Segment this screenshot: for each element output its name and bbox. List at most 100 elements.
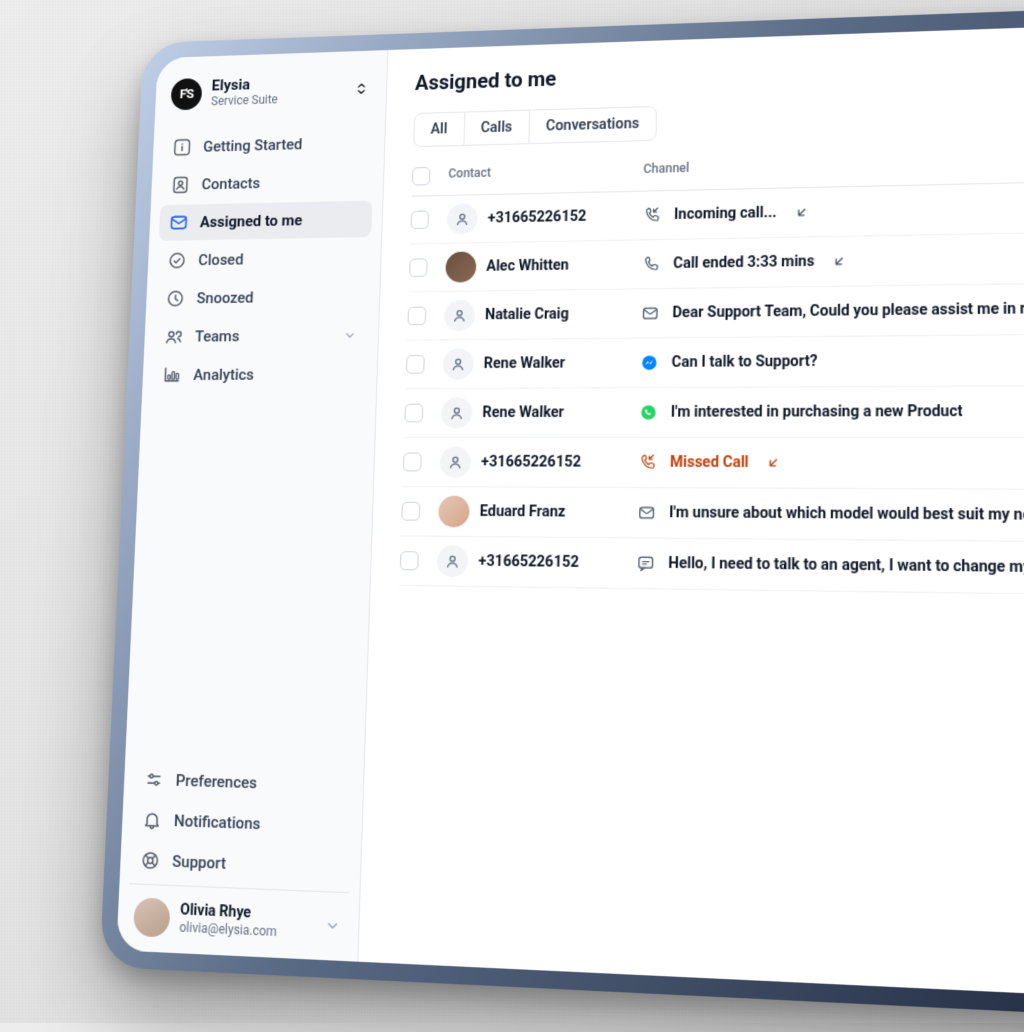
user-menu[interactable]: Olivia Rhye olivia@elysia.com: [127, 883, 349, 950]
message-preview: Dear Support Team, Could you please assi…: [672, 299, 1024, 322]
table-body: +31665226152 Incoming call... Alec Whitten…: [399, 176, 1024, 599]
sidebar-item-label: Closed: [198, 250, 244, 269]
message-preview: Call ended 3:33 mins: [673, 253, 814, 272]
avatar: [445, 251, 476, 282]
avatar: [441, 397, 473, 428]
chevron-down-icon: [323, 915, 342, 935]
message-preview: Hello, I need to talk to an agent, I wan…: [668, 555, 1024, 578]
row-checkbox[interactable]: [400, 551, 419, 570]
sidebar-item-closed[interactable]: Closed: [157, 239, 371, 279]
sidebar-item-label: Support: [172, 852, 226, 873]
chevron-down-icon: [342, 327, 359, 344]
message-preview: I'm interested in purchasing a new Produ…: [671, 403, 963, 421]
sidebar-item-analytics[interactable]: Analytics: [152, 355, 367, 393]
tab-calls[interactable]: Calls: [464, 111, 530, 145]
column-contact: Contact: [448, 162, 643, 185]
tab-conversations[interactable]: Conversations: [529, 107, 656, 143]
sidebar-item-label: Analytics: [193, 365, 254, 384]
nav-footer: Preferences Notifications Support: [129, 756, 353, 892]
table-row[interactable]: Rene Walker I'm interested in purchasing …: [404, 385, 1024, 438]
chart-icon: [162, 365, 182, 385]
mail-icon: [169, 212, 189, 232]
workspace-switcher[interactable]: F'S Elysia Service Suite: [164, 68, 377, 126]
avatar: [444, 300, 475, 331]
email-icon: [641, 304, 660, 323]
email-icon: [637, 503, 657, 522]
arrow-down-left-icon: [832, 254, 847, 269]
avatar: [438, 496, 470, 528]
contact-name: Natalie Craig: [485, 306, 569, 324]
tab-all[interactable]: All: [414, 113, 465, 147]
avatar: [133, 897, 171, 937]
chevron-updown-icon: [352, 79, 370, 97]
phone-in-icon: [638, 453, 657, 472]
brand-subtitle: Service Suite: [211, 91, 343, 109]
message-preview: Can I talk to Support?: [671, 353, 817, 371]
whatsapp-icon: [639, 403, 658, 422]
info-icon: [172, 137, 192, 157]
table-row[interactable]: +31665226152 Missed Call: [402, 438, 1024, 491]
sidebar-item-preferences[interactable]: Preferences: [133, 760, 353, 805]
page-title: Assigned to me: [415, 40, 1024, 95]
contact-name: +31665226152: [478, 553, 579, 571]
row-checkbox[interactable]: [406, 355, 425, 374]
sidebar-item-label: Getting Started: [203, 135, 303, 156]
table-row[interactable]: Rene Walker Can I talk to Support?: [405, 332, 1024, 389]
row-checkbox[interactable]: [409, 258, 428, 277]
contact-name: +31665226152: [481, 454, 581, 471]
avatar: [442, 348, 474, 379]
row-checkbox[interactable]: [401, 502, 420, 521]
avatar: [439, 446, 471, 478]
message-preview: Missed Call: [670, 454, 749, 471]
clock-icon: [165, 288, 185, 308]
arrow-down-left-icon: [794, 205, 809, 220]
sidebar-item-label: Contacts: [201, 174, 260, 193]
column-channel: Channel: [643, 144, 1024, 180]
brand-logo: F'S: [170, 78, 202, 110]
chat-icon: [636, 554, 656, 574]
messenger-icon: [640, 353, 659, 372]
nav-primary: Getting Started Contacts Assigned to me …: [152, 120, 376, 397]
avatar: [447, 203, 478, 234]
sliders-icon: [144, 769, 165, 791]
sidebar-item-snoozed[interactable]: Snoozed: [155, 278, 370, 317]
main-content: Assigned to me All Calls Conversations C…: [358, 15, 1024, 1012]
life-buoy-icon: [140, 849, 161, 871]
sidebar-item-getting-started[interactable]: Getting Started: [162, 124, 375, 165]
contact-name: Rene Walker: [482, 404, 564, 421]
row-checkbox[interactable]: [403, 453, 422, 472]
sidebar: F'S Elysia Service Suite Getting Started: [116, 50, 388, 962]
sidebar-item-label: Preferences: [175, 771, 257, 793]
sidebar-item-label: Snoozed: [196, 288, 254, 307]
phone-icon: [641, 255, 660, 274]
row-checkbox[interactable]: [407, 307, 426, 326]
sidebar-item-support[interactable]: Support: [130, 841, 351, 888]
sidebar-item-label: Teams: [195, 327, 240, 346]
contact-name: Alec Whitten: [486, 257, 569, 275]
phone-in-icon: [642, 206, 661, 225]
message-preview: I'm unsure about which model would best …: [669, 504, 1024, 525]
sidebar-item-teams[interactable]: Teams: [154, 316, 369, 355]
row-checkbox[interactable]: [411, 211, 430, 230]
sidebar-item-contacts[interactable]: Contacts: [160, 162, 373, 203]
sidebar-item-assigned[interactable]: Assigned to me: [159, 201, 373, 241]
contact-name: Rene Walker: [484, 355, 566, 372]
avatar: [437, 545, 469, 577]
sidebar-item-notifications[interactable]: Notifications: [131, 800, 352, 846]
message-preview: Incoming call...: [674, 204, 777, 223]
sidebar-item-label: Assigned to me: [200, 211, 303, 231]
table-row[interactable]: +31665226152 Hello, I need to talk to an …: [399, 536, 1024, 599]
check-icon: [167, 250, 187, 270]
contact-name: Eduard Franz: [479, 503, 565, 521]
bell-icon: [142, 809, 163, 831]
contacts-icon: [170, 175, 190, 195]
arrow-down-left-icon: [766, 455, 781, 470]
sidebar-item-label: Notifications: [174, 811, 261, 833]
app-screen: F'S Elysia Service Suite Getting Started: [116, 15, 1024, 1012]
users-icon: [164, 327, 184, 347]
contact-name: +31665226152: [487, 208, 586, 226]
filter-tabs: All Calls Conversations: [413, 106, 657, 147]
tablet-frame: F'S Elysia Service Suite Getting Started: [102, 0, 1024, 1030]
select-all-checkbox[interactable]: [412, 167, 431, 186]
row-checkbox[interactable]: [404, 404, 423, 423]
